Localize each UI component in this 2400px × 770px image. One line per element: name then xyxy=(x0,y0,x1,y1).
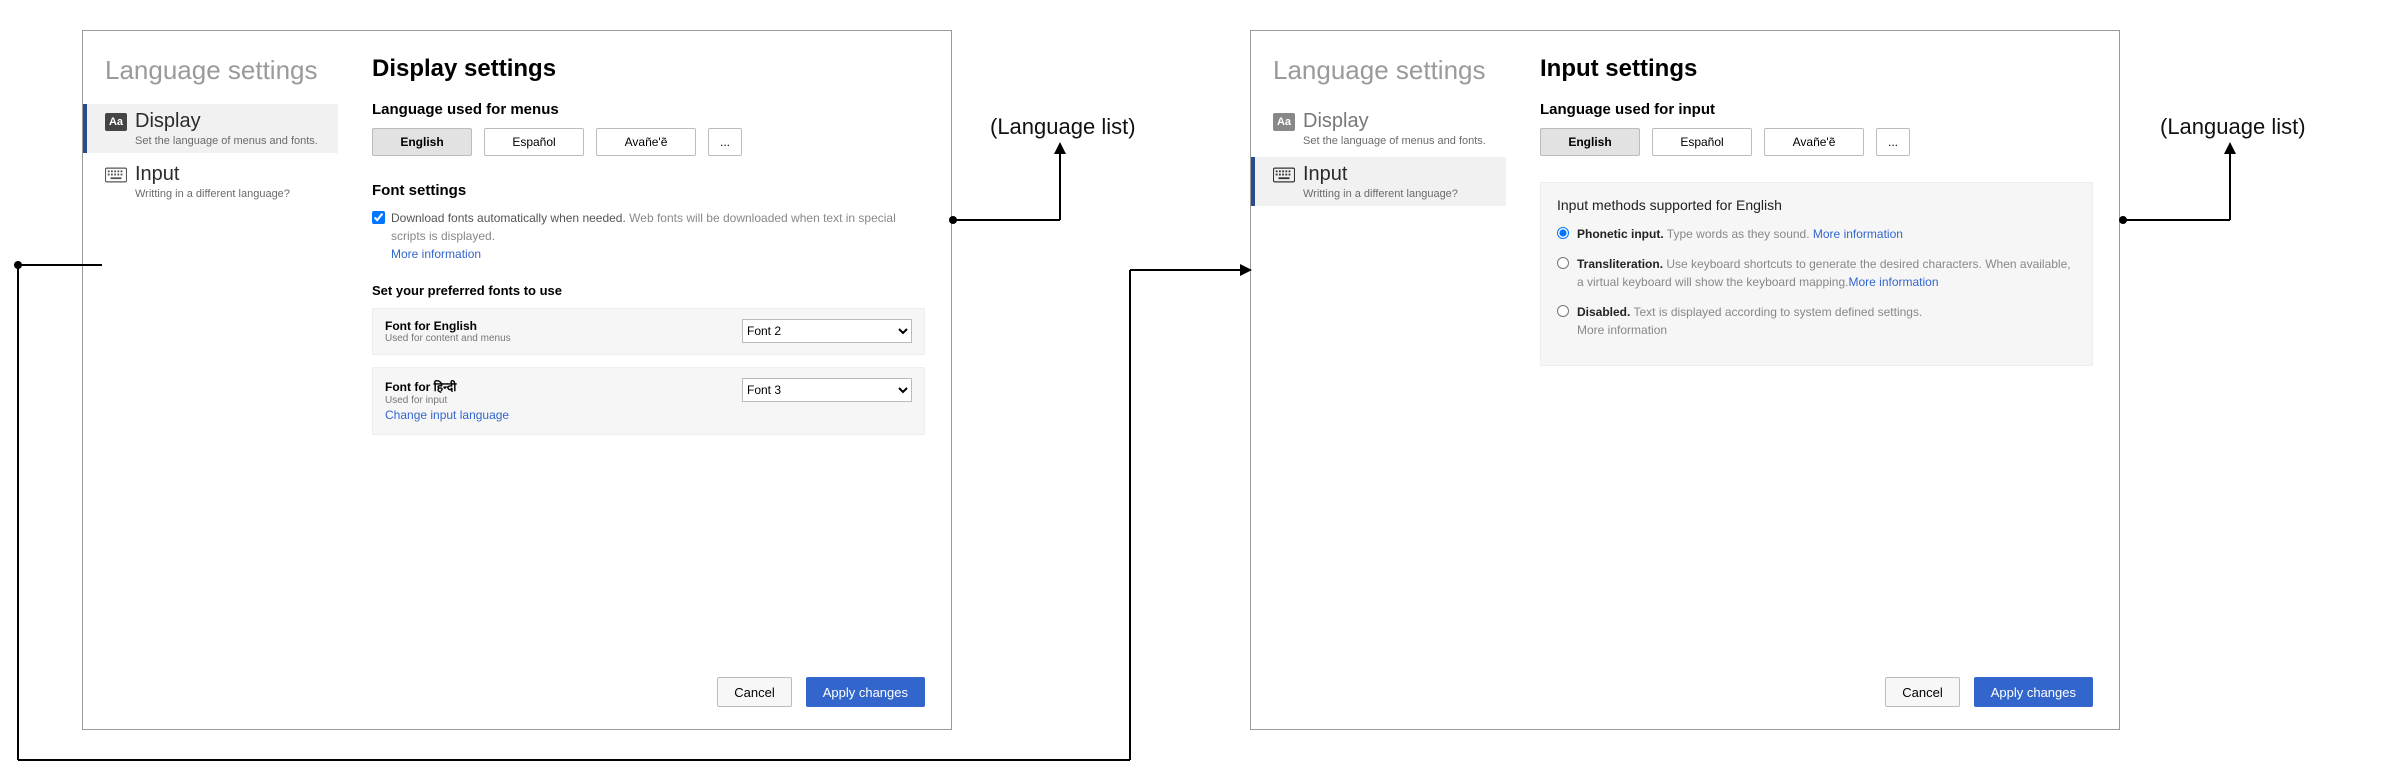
arrow-input-to-right-panel xyxy=(0,0,2400,770)
